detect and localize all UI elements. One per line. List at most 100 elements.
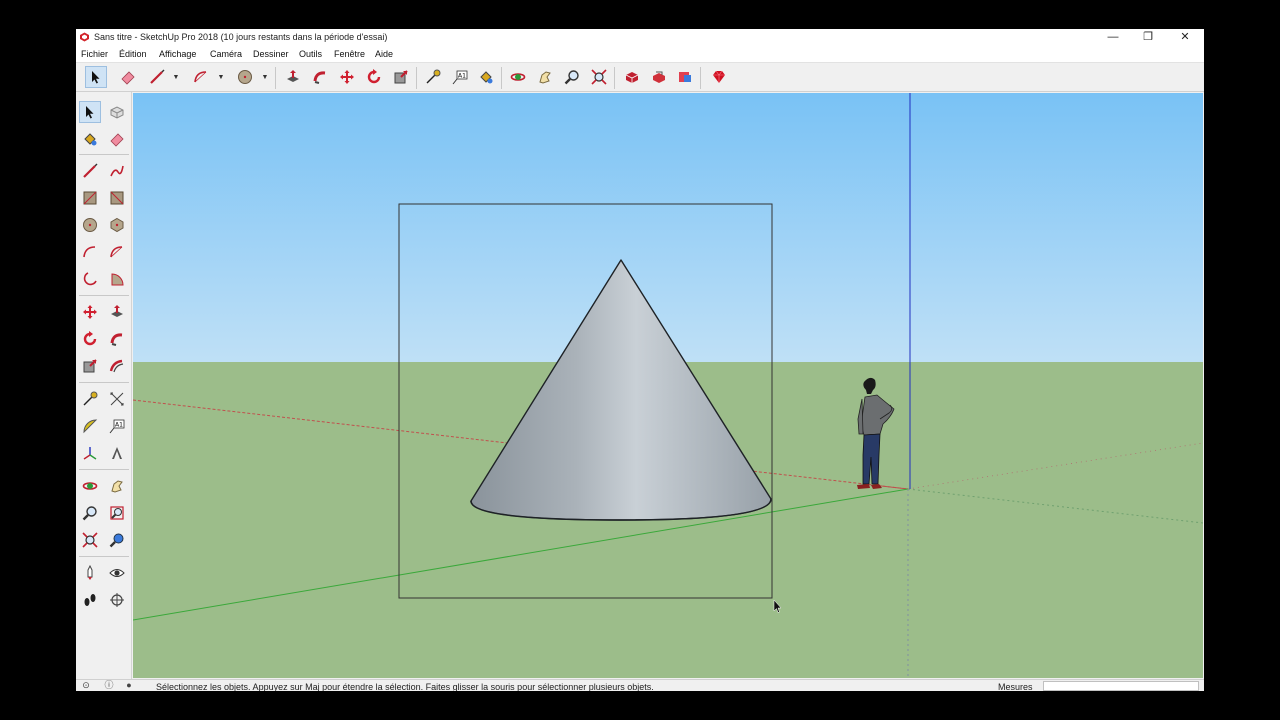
tape-measure-icon[interactable] (79, 388, 101, 410)
close-button[interactable]: ✕ (1168, 29, 1202, 46)
extension-warehouse-icon[interactable] (648, 66, 670, 88)
measurements-field[interactable] (1043, 681, 1199, 691)
main-toolbar: ▼ ▼ ▼ A1 (76, 62, 1204, 92)
protractor-icon[interactable] (79, 415, 101, 437)
line-icon[interactable] (79, 160, 101, 182)
menu-fichier[interactable]: Fichier (81, 49, 108, 59)
zoom-window-icon[interactable] (106, 502, 128, 524)
title-bar[interactable]: Sans titre - SketchUp Pro 2018 (10 jours… (76, 29, 1204, 46)
toolbar-separator (700, 67, 701, 89)
circle-dropdown-chevron-icon[interactable]: ▼ (261, 66, 269, 88)
scale-icon[interactable] (390, 66, 412, 88)
credits-icon[interactable]: ⓘ (104, 680, 114, 690)
sketchup-window: Sans titre - SketchUp Pro 2018 (10 jours… (76, 29, 1204, 691)
toolbar-separator (79, 469, 129, 470)
circle-icon[interactable] (234, 66, 256, 88)
section-plane-icon[interactable] (106, 589, 128, 611)
toolbar-separator (501, 67, 502, 89)
layout-icon[interactable] (674, 66, 696, 88)
pie-icon[interactable] (106, 268, 128, 290)
3d-viewport[interactable] (133, 93, 1203, 678)
pan-icon[interactable] (106, 475, 128, 497)
look-around-icon[interactable] (106, 562, 128, 584)
orbit-icon[interactable] (507, 66, 529, 88)
previous-view-icon[interactable] (106, 529, 128, 551)
axes-icon[interactable] (79, 442, 101, 464)
position-camera-icon[interactable] (79, 562, 101, 584)
zoom-extents-icon[interactable] (79, 529, 101, 551)
toolbar-separator (79, 556, 129, 557)
push-pull-icon[interactable] (282, 66, 304, 88)
text-icon[interactable]: A1 (449, 66, 471, 88)
status-bar: ⊙ ⓘ ● Sélectionnez les objets. Appuyez s… (76, 679, 1204, 691)
paint-bucket-icon[interactable] (79, 128, 101, 150)
restore-button[interactable]: ❐ (1131, 29, 1165, 46)
toolbar-separator (614, 67, 615, 89)
svg-text:A1: A1 (115, 422, 123, 429)
menu-edition[interactable]: Édition (119, 49, 147, 59)
rectangle-icon[interactable] (79, 187, 101, 209)
tape-measure-icon[interactable] (422, 66, 444, 88)
dimension-icon[interactable] (106, 388, 128, 410)
measurements-label: Mesures (998, 682, 1033, 691)
select-icon[interactable] (85, 66, 107, 88)
zoom-extents-icon[interactable] (588, 66, 610, 88)
3d-warehouse-icon[interactable] (621, 66, 643, 88)
scale-icon[interactable] (79, 355, 101, 377)
arc-dropdown-chevron-icon[interactable]: ▼ (217, 66, 225, 88)
left-toolbar: A1 (76, 92, 132, 679)
move-icon[interactable] (336, 66, 358, 88)
svg-text:A1: A1 (458, 73, 466, 80)
scene-canvas[interactable] (133, 93, 1203, 678)
ruby-icon[interactable] (708, 66, 730, 88)
arc-icon[interactable] (190, 66, 212, 88)
toolbar-separator (416, 67, 417, 89)
menu-bar: Fichier Édition Affichage Caméra Dessine… (76, 46, 1204, 62)
menu-outils[interactable]: Outils (299, 49, 322, 59)
line-icon[interactable] (146, 66, 168, 88)
menu-camera[interactable]: Caméra (210, 49, 242, 59)
paint-bucket-icon[interactable] (475, 66, 497, 88)
minimize-button[interactable]: — (1096, 29, 1130, 46)
move-icon[interactable] (79, 301, 101, 323)
zoom-icon[interactable] (79, 502, 101, 524)
eraser-icon[interactable] (106, 128, 128, 150)
toolbar-separator (79, 382, 129, 383)
three-point-arc-icon[interactable] (79, 268, 101, 290)
status-hint-text: Sélectionnez les objets. Appuyez sur Maj… (156, 682, 654, 691)
menu-dessiner[interactable]: Dessiner (253, 49, 289, 59)
offset-icon[interactable] (106, 355, 128, 377)
follow-me-icon[interactable] (309, 66, 331, 88)
component-icon[interactable] (106, 101, 128, 123)
menu-fenetre[interactable]: Fenêtre (334, 49, 365, 59)
freehand-icon[interactable] (106, 160, 128, 182)
window-title: Sans titre - SketchUp Pro 2018 (10 jours… (94, 32, 388, 42)
line-dropdown-chevron-icon[interactable]: ▼ (172, 66, 180, 88)
pan-icon[interactable] (534, 66, 556, 88)
menu-aide[interactable]: Aide (375, 49, 393, 59)
geolocation-icon[interactable]: ⊙ (81, 680, 91, 690)
sky (133, 93, 1203, 362)
toolbar-separator (275, 67, 276, 89)
eraser-icon[interactable] (117, 66, 139, 88)
select-icon[interactable] (79, 101, 101, 123)
menu-affichage[interactable]: Affichage (159, 49, 196, 59)
walk-icon[interactable] (79, 589, 101, 611)
user-icon[interactable]: ● (124, 680, 134, 690)
3d-text-icon[interactable] (106, 442, 128, 464)
polygon-icon[interactable] (106, 214, 128, 236)
toolbar-separator (79, 295, 129, 296)
orbit-icon[interactable] (79, 475, 101, 497)
zoom-icon[interactable] (561, 66, 583, 88)
text-icon[interactable]: A1 (106, 415, 128, 437)
rotate-icon[interactable] (363, 66, 385, 88)
arc-icon[interactable] (79, 241, 101, 263)
push-pull-icon[interactable] (106, 301, 128, 323)
circle-icon[interactable] (79, 214, 101, 236)
rotated-rectangle-icon[interactable] (106, 187, 128, 209)
toolbar-separator (79, 154, 129, 155)
rotate-icon[interactable] (79, 328, 101, 350)
follow-me-icon[interactable] (106, 328, 128, 350)
two-point-arc-icon[interactable] (106, 241, 128, 263)
sketchup-logo-icon (80, 32, 89, 42)
